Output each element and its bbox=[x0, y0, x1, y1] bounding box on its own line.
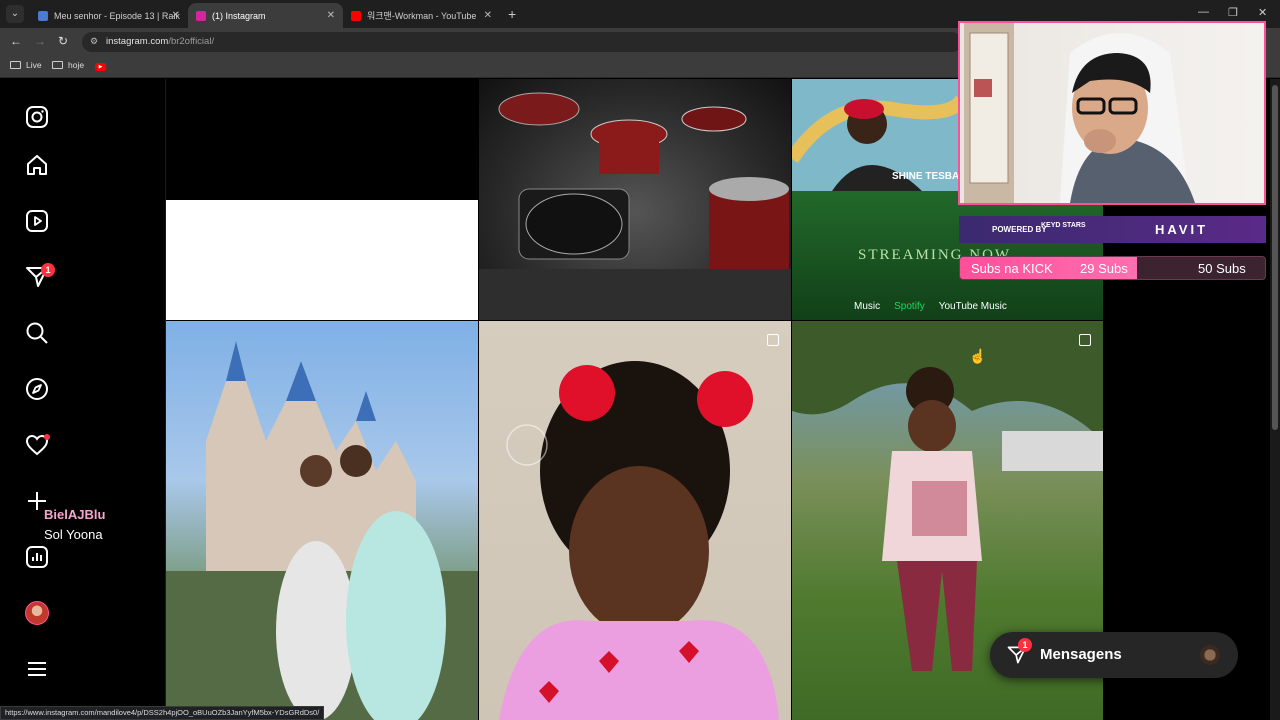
stream-chat-name: Sol Yoona bbox=[44, 527, 103, 542]
reels-icon[interactable] bbox=[24, 208, 50, 234]
explore-compass-icon[interactable] bbox=[24, 376, 50, 402]
subs-current: 29 Subs bbox=[1080, 261, 1128, 276]
multi-photo-icon bbox=[1079, 334, 1091, 346]
reload-icon[interactable]: ↻ bbox=[58, 34, 68, 48]
window-close-icon[interactable]: ✕ bbox=[1258, 6, 1267, 19]
close-icon[interactable]: ✕ bbox=[484, 10, 492, 21]
havit-logo: HAVIT bbox=[1155, 222, 1209, 237]
streamer-webcam bbox=[958, 21, 1266, 205]
notification-dot bbox=[44, 434, 50, 440]
tab-title: (1) Instagram bbox=[212, 10, 266, 21]
messages-badge: 1 bbox=[1018, 638, 1032, 652]
close-icon[interactable]: ✕ bbox=[327, 10, 335, 21]
bookmark-label: hoje bbox=[68, 60, 85, 70]
search-icon[interactable] bbox=[24, 320, 50, 346]
tab-favicon bbox=[38, 10, 48, 21]
post-girl-red-puffs[interactable] bbox=[479, 321, 791, 720]
tab-instagram[interactable]: (1) Instagram ✕ bbox=[188, 3, 343, 28]
back-arrow-icon[interactable]: ← bbox=[10, 34, 22, 48]
dashboard-chart-icon[interactable] bbox=[24, 544, 50, 570]
new-tab-plus-icon[interactable]: + bbox=[508, 6, 516, 22]
tab-title: Meu senhor - Episode 13 | Raik bbox=[54, 10, 180, 21]
link-status-bar: https://www.instagram.com/mandilove4/p/D… bbox=[0, 706, 325, 720]
multi-photo-icon bbox=[767, 334, 779, 346]
messages-button[interactable]: 1 Mensagens bbox=[990, 632, 1238, 678]
url-host: instagram.com bbox=[106, 36, 169, 47]
drum-kit-image bbox=[479, 92, 791, 320]
messages-label: Mensagens bbox=[1040, 646, 1122, 663]
close-icon[interactable]: ✕ bbox=[172, 10, 180, 21]
instagram-logo-icon[interactable] bbox=[24, 104, 50, 130]
mouse-cursor-icon: ☝ bbox=[969, 348, 987, 364]
subs-goal-bar: Subs na KICK 29 Subs 50 Subs bbox=[959, 256, 1266, 280]
forward-arrow-icon[interactable]: → bbox=[34, 34, 46, 48]
spotify-label: Spotify bbox=[894, 301, 925, 312]
streaming-platforms: Music Spotify YouTube Music bbox=[854, 301, 1007, 312]
tab-youtube[interactable]: 워크맨-Workman - YouTube ✕ bbox=[343, 3, 500, 28]
sponsor-banner: POWERED BY KEYD STARS HAVIT bbox=[959, 216, 1266, 243]
post-image-white bbox=[166, 200, 478, 320]
subs-label: Subs na KICK bbox=[971, 261, 1053, 276]
bookmark-label: Live bbox=[26, 60, 42, 70]
powered-by-label: POWERED BY bbox=[992, 225, 1047, 234]
girl-red-puffs-image bbox=[499, 361, 779, 720]
notification-badge: 1 bbox=[41, 263, 55, 277]
instagram-sidebar: 1 BielAJBlu Sol Yoona bbox=[0, 79, 166, 720]
minimize-icon[interactable]: — bbox=[1198, 6, 1209, 18]
message-avatar bbox=[1200, 645, 1220, 665]
folder-icon bbox=[10, 61, 21, 69]
instagram-favicon bbox=[196, 10, 206, 21]
stream-chat-name: BielAJBlu bbox=[44, 507, 106, 522]
youtube-favicon bbox=[351, 10, 361, 21]
home-icon[interactable] bbox=[24, 152, 50, 178]
scrollbar-thumb[interactable] bbox=[1272, 85, 1278, 430]
page-scrollbar[interactable] bbox=[1270, 79, 1280, 720]
post-disney-couple[interactable] bbox=[166, 321, 478, 720]
tab-episode[interactable]: Meu senhor - Episode 13 | Raik ✕ bbox=[30, 3, 188, 28]
url-path: /br2official/ bbox=[168, 36, 215, 47]
bookmark-hoje[interactable]: hoje bbox=[52, 60, 84, 70]
castle-couple-image bbox=[166, 341, 478, 720]
menu-hamburger-icon[interactable] bbox=[24, 656, 50, 682]
bookmark-live[interactable]: Live bbox=[10, 60, 42, 70]
keyd-stars-logo: KEYD STARS bbox=[1041, 222, 1086, 229]
post-drum-kit[interactable] bbox=[479, 79, 791, 320]
address-bar[interactable]: ⚙ instagram.com/br2official/ bbox=[82, 32, 962, 52]
address-bar-url: instagram.com/br2official/ bbox=[106, 36, 214, 47]
subs-goal: 50 Subs bbox=[1198, 261, 1246, 276]
site-info-icon[interactable]: ⚙ bbox=[90, 36, 98, 47]
folder-icon bbox=[52, 61, 63, 69]
maximize-icon[interactable]: ❐ bbox=[1228, 6, 1238, 19]
tab-title: 워크맨-Workman - YouTube bbox=[367, 11, 477, 21]
apple-music-label: Music bbox=[854, 301, 881, 312]
youtube-music-label: YouTube Music bbox=[938, 301, 1007, 312]
webcam-image bbox=[964, 23, 1195, 203]
profile-avatar[interactable] bbox=[25, 601, 49, 625]
post-black-white[interactable] bbox=[166, 79, 478, 320]
bookmark-youtube[interactable]: ▶ bbox=[95, 63, 106, 71]
youtube-icon: ▶ bbox=[95, 63, 106, 71]
tab-search-button[interactable]: ⌄ bbox=[6, 5, 24, 23]
